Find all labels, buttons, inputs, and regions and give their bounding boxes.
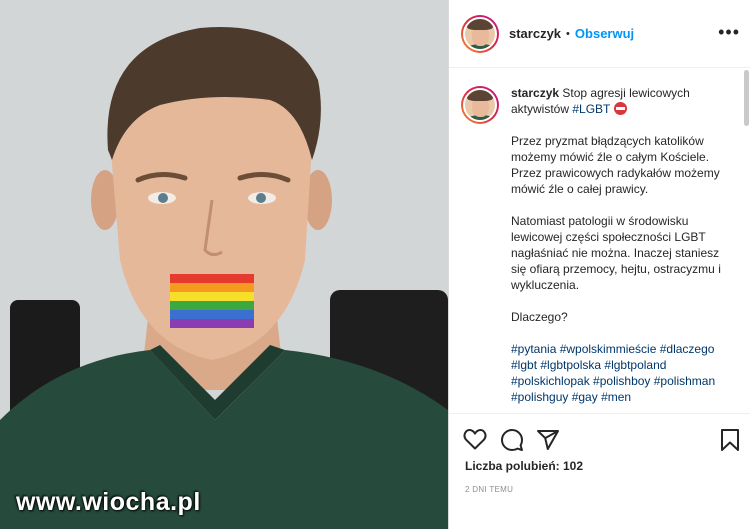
bookmark-icon[interactable] bbox=[719, 428, 741, 457]
paper-plane-icon[interactable] bbox=[536, 428, 560, 457]
post-side-panel: starczyk • Obserwuj ••• starczyk Stop ag… bbox=[448, 0, 750, 529]
comment-icon[interactable] bbox=[500, 428, 524, 457]
follow-button[interactable]: Obserwuj bbox=[575, 26, 634, 41]
separator-dot: • bbox=[566, 27, 570, 40]
caption-avatar[interactable] bbox=[461, 86, 499, 124]
more-options-icon[interactable]: ••• bbox=[718, 23, 740, 41]
caption-title-hashtag[interactable]: #LGBT bbox=[572, 102, 610, 116]
caption-paragraph: Dlaczego? bbox=[511, 310, 568, 324]
post-photo[interactable]: www.wiocha.pl bbox=[0, 0, 448, 529]
caption-hashtags[interactable]: #pytania #wpolskimmieście #dlaczego #lgb… bbox=[511, 341, 721, 405]
watermark: www.wiocha.pl bbox=[16, 488, 201, 516]
caption-username[interactable]: starczyk bbox=[511, 86, 559, 100]
post-header: starczyk • Obserwuj ••• bbox=[449, 0, 750, 68]
avatar[interactable] bbox=[461, 14, 499, 53]
caption-paragraph: Natomiast patologii w środowisku lewicow… bbox=[511, 214, 721, 292]
caption: starczyk Stop agresji lewicowych aktywis… bbox=[461, 85, 739, 413]
action-bar bbox=[449, 413, 750, 463]
caption-body: starczyk Stop agresji lewicowych aktywis… bbox=[511, 85, 721, 413]
post-timestamp[interactable]: 2 DNI TEMU bbox=[465, 485, 513, 494]
photo-illustration bbox=[0, 0, 448, 529]
likes-count[interactable]: Liczba polubień: 102 bbox=[465, 459, 583, 473]
comments-area[interactable]: starczyk Stop agresji lewicowych aktywis… bbox=[449, 69, 750, 413]
caption-paragraph: Przez pryzmat błądzących katolików możem… bbox=[511, 134, 720, 196]
header-username[interactable]: starczyk bbox=[509, 26, 561, 41]
heart-icon[interactable] bbox=[463, 428, 487, 455]
no-entry-icon bbox=[613, 102, 627, 115]
comments-scrollbar[interactable] bbox=[744, 70, 749, 126]
